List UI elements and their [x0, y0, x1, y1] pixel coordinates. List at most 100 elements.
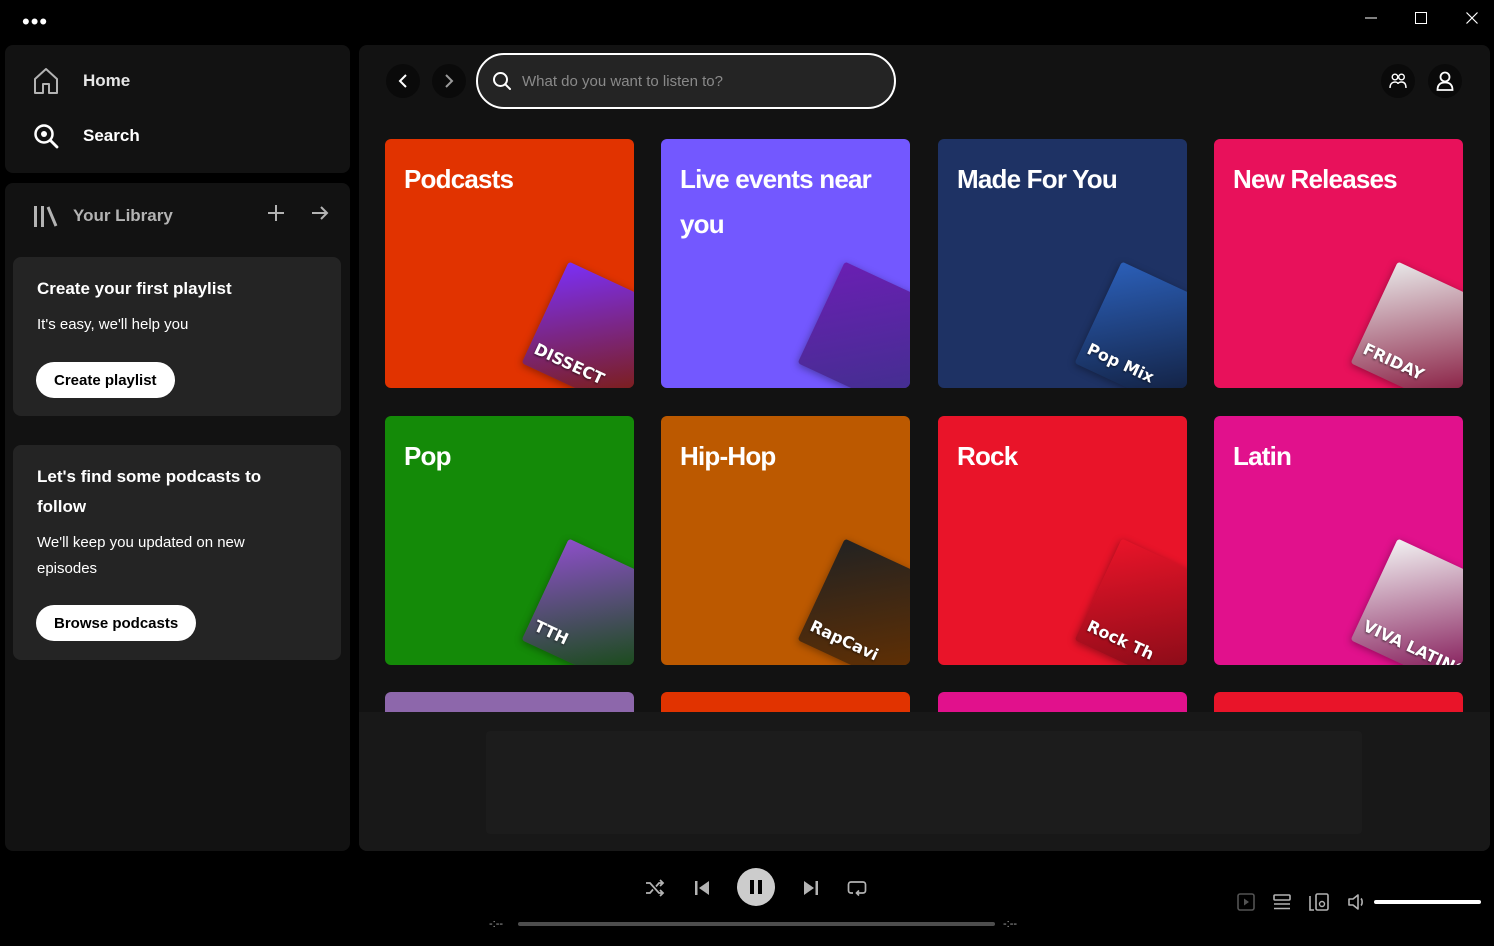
queue-icon	[1273, 894, 1291, 910]
search-input[interactable]	[522, 72, 882, 90]
time-elapsed: -:--	[489, 918, 504, 930]
nav-search-label: Search	[83, 126, 140, 145]
category-tile-partial[interactable]	[938, 692, 1187, 714]
category-tile[interactable]: Hip-Hop RapCavi	[661, 416, 910, 665]
podcasts-card-subtitle-line1: We'll keep you updated on new	[37, 534, 245, 551]
friends-icon	[1389, 73, 1407, 89]
profile-button[interactable]	[1428, 64, 1462, 98]
close-icon	[1466, 12, 1478, 24]
category-tile-title: Made For You	[957, 164, 1118, 194]
category-tile-artwork	[797, 261, 910, 388]
category-tile-artwork: Rock Th	[1074, 538, 1187, 665]
artwork-label: Rock Th	[1084, 616, 1157, 664]
pause-icon	[750, 880, 762, 894]
chevron-left-icon	[398, 74, 407, 88]
artwork-label: Pop Mix	[1084, 339, 1158, 387]
library-panel: Your Library Create your first playlist …	[5, 183, 350, 851]
minimize-button[interactable]	[1357, 8, 1385, 28]
category-tile-title: New Releases	[1233, 164, 1398, 194]
artwork-label: RapCavi	[807, 616, 882, 665]
forward-button[interactable]	[432, 64, 466, 98]
category-tile[interactable]: Rock Rock Th	[938, 416, 1187, 665]
create-playlist-card: Create your first playlist It's easy, we…	[13, 257, 341, 416]
nav-home-label: Home	[83, 71, 131, 90]
category-tile[interactable]: Pop TTH	[385, 416, 634, 665]
category-tile-artwork: RapCavi	[797, 538, 910, 665]
progress-bar[interactable]	[518, 922, 995, 926]
library-actions	[266, 203, 330, 223]
previous-button[interactable]	[690, 876, 714, 900]
category-tile-partial[interactable]	[661, 692, 910, 714]
search-input-icon	[493, 72, 511, 90]
category-tile-artwork: Pop Mix	[1074, 261, 1187, 388]
main-panel: Podcasts DISSECT Live events near you Made …	[359, 45, 1490, 851]
play-pause-button[interactable]	[737, 868, 775, 906]
repeat-button[interactable]	[845, 876, 869, 900]
create-playlist-subtitle: It's easy, we'll help you	[37, 316, 189, 333]
next-button[interactable]	[799, 876, 823, 900]
podcasts-card-title-line2: follow	[37, 497, 87, 516]
create-playlist-button[interactable]: Create playlist	[36, 362, 175, 398]
user-icon	[1436, 71, 1454, 91]
category-tile[interactable]: Podcasts DISSECT	[385, 139, 634, 388]
artwork-label: VIVA LATINO	[1360, 616, 1463, 665]
maximize-icon	[1415, 12, 1427, 24]
search-icon	[34, 124, 59, 149]
category-tile-title: Hip-Hop	[680, 441, 776, 471]
volume-icon	[1348, 894, 1363, 910]
podcasts-card-subtitle-line2: episodes	[37, 560, 98, 577]
maximize-button[interactable]	[1407, 8, 1435, 28]
category-tile[interactable]: Latin VIVA LATINO	[1214, 416, 1463, 665]
create-playlist-title: Create your first playlist	[37, 279, 232, 298]
category-tile-title: Latin	[1233, 441, 1292, 471]
category-tile-title: Pop	[404, 441, 452, 471]
ad-placeholder	[486, 731, 1362, 834]
chevron-right-icon	[445, 74, 454, 88]
device-icon	[1309, 893, 1329, 911]
close-button[interactable]	[1458, 8, 1486, 28]
volume-slider[interactable]	[1374, 900, 1481, 904]
mute-button[interactable]	[1345, 890, 1369, 914]
now-playing-view-button[interactable]	[1234, 890, 1258, 914]
browse-podcasts-button[interactable]: Browse podcasts	[36, 605, 197, 641]
plus-icon[interactable]	[266, 203, 286, 223]
category-tile-artwork: VIVA LATINO	[1350, 538, 1463, 665]
artwork-label: TTH	[531, 616, 572, 649]
back-button[interactable]	[386, 64, 420, 98]
time-total: -:--	[1003, 918, 1018, 930]
nav-search[interactable]: Search	[33, 123, 140, 149]
more-options-icon[interactable]: •••	[22, 11, 48, 33]
main-bottom-area	[359, 712, 1490, 851]
category-tile-artwork: TTH	[521, 538, 634, 665]
category-tile-partial[interactable]	[385, 692, 634, 714]
category-tile[interactable]: Made For You Pop Mix	[938, 139, 1187, 388]
nav-home[interactable]: Home	[33, 67, 130, 95]
connect-device-button[interactable]	[1307, 890, 1331, 914]
category-tile-artwork: DISSECT	[521, 261, 634, 388]
category-tile-title: Live events near you	[680, 164, 872, 239]
now-playing-view-icon	[1237, 893, 1255, 911]
category-tile-partial[interactable]	[1214, 692, 1463, 714]
shuffle-button[interactable]	[643, 876, 667, 900]
category-tile[interactable]: Live events near you	[661, 139, 910, 388]
queue-button[interactable]	[1270, 890, 1294, 914]
artwork-label: FRIDAY	[1360, 339, 1428, 384]
category-tile-title: Rock	[957, 441, 1018, 471]
podcasts-card-title-line1: Let's find some podcasts to	[37, 467, 262, 486]
nav-panel: Home Search	[5, 45, 350, 173]
minimize-icon	[1365, 17, 1377, 19]
arrow-right-icon[interactable]	[310, 203, 330, 223]
artwork-label: DISSECT	[531, 339, 608, 388]
home-icon	[34, 68, 58, 94]
category-tile-artwork: FRIDAY	[1350, 261, 1463, 388]
title-bar: •••	[0, 0, 1494, 44]
skip-back-icon	[695, 881, 709, 895]
search-bar[interactable]	[476, 53, 896, 109]
skip-forward-icon	[804, 881, 818, 895]
repeat-icon	[847, 881, 867, 897]
category-tile[interactable]: New Releases FRIDAY	[1214, 139, 1463, 388]
category-tile-title: Podcasts	[404, 164, 514, 194]
shuffle-icon	[646, 879, 665, 897]
friend-activity-button[interactable]	[1381, 64, 1415, 98]
library-icon	[34, 206, 58, 227]
